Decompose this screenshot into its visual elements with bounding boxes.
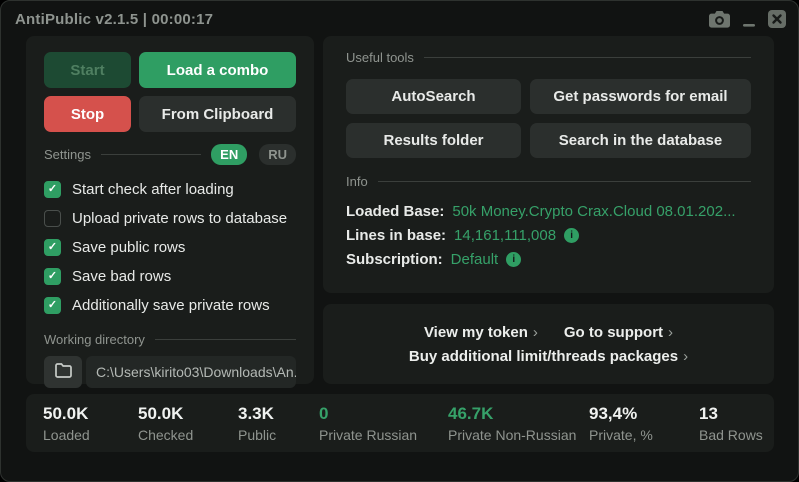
stat-public: 3.3K Public [238, 404, 319, 443]
useful-tools-header: Useful tools [346, 50, 751, 65]
useful-tools-grid: AutoSearch Get passwords for email Resul… [346, 79, 751, 158]
checkbox-icon: ✓ [44, 181, 61, 198]
checkbox-start-check-after-loading[interactable]: ✓ Start check after loading [44, 175, 296, 204]
window-title: AntiPublic v2.1.5 | 00:00:17 [15, 11, 213, 28]
settings-checkbox-list: ✓ Start check after loading ✓ Upload pri… [44, 175, 296, 320]
working-directory-label: Working directory [44, 332, 145, 347]
checkbox-save-bad-rows[interactable]: ✓ Save bad rows [44, 262, 296, 291]
info-header: Info [346, 174, 751, 189]
run-buttons: Start Load a combo Stop From Clipboard [44, 52, 296, 132]
subscription-row: Subscription: Default i [346, 247, 751, 271]
stat-bad-rows: 13 Bad Rows [699, 404, 763, 443]
checkbox-upload-private-rows[interactable]: ✓ Upload private rows to database [44, 204, 296, 233]
search-in-database-button[interactable]: Search in the database [530, 123, 751, 158]
screenshot-camera-icon[interactable] [709, 11, 730, 28]
checkbox-icon: ✓ [44, 297, 61, 314]
tools-info-panel: Useful tools AutoSearch Get passwords fo… [323, 36, 774, 293]
links-panel: View my token› Go to support› Buy additi… [323, 304, 774, 384]
autosearch-button[interactable]: AutoSearch [346, 79, 521, 114]
results-folder-button[interactable]: Results folder [346, 123, 521, 158]
stat-private-russian: 0 Private Russian [319, 404, 448, 443]
folder-icon [54, 363, 73, 381]
links-line-2: Buy additional limit/threads packages› [409, 348, 688, 365]
buy-additional-packages-link[interactable]: Buy additional limit/threads packages› [409, 348, 688, 365]
info-label: Info [346, 174, 368, 189]
language-toggle-ru[interactable]: RU [259, 144, 296, 165]
right-column: Useful tools AutoSearch Get passwords fo… [323, 36, 774, 384]
subscription-value: Default [451, 251, 499, 268]
stat-loaded: 50.0K Loaded [43, 404, 138, 443]
chevron-right-icon: › [683, 348, 688, 365]
stop-button[interactable]: Stop [44, 96, 131, 132]
stats-bar: 50.0K Loaded 50.0K Checked 3.3K Public 0… [26, 394, 774, 452]
info-rows: Loaded Base: 50k Money.Crypto Crax.Cloud… [346, 199, 751, 271]
divider-line [101, 154, 201, 155]
minimize-button[interactable] [742, 11, 756, 28]
settings-label: Settings [44, 147, 91, 162]
divider-line [424, 57, 751, 58]
stat-checked: 50.0K Checked [138, 404, 238, 443]
divider-line [378, 181, 751, 182]
stat-private-non-russian: 46.7K Private Non-Russian [448, 404, 589, 443]
info-icon[interactable]: i [564, 228, 579, 243]
browse-folder-button[interactable] [44, 356, 82, 388]
working-directory-path-field[interactable]: C:\Users\kirito03\Downloads\An... [86, 356, 296, 388]
chevron-right-icon: › [533, 324, 538, 341]
view-my-token-link[interactable]: View my token› [424, 324, 538, 341]
checkbox-save-public-rows[interactable]: ✓ Save public rows [44, 233, 296, 262]
checkbox-icon: ✓ [44, 268, 61, 285]
go-to-support-link[interactable]: Go to support› [564, 324, 673, 341]
app-window: AntiPublic v2.1.5 | 00:00:17 [0, 0, 799, 482]
checkbox-icon: ✓ [44, 210, 61, 227]
working-directory-header: Working directory [44, 332, 296, 347]
useful-tools-label: Useful tools [346, 50, 414, 65]
main-area: Start Load a combo Stop From Clipboard S… [1, 31, 798, 384]
links-line-1: View my token› Go to support› [424, 324, 673, 341]
divider-line [155, 339, 296, 340]
checkbox-additionally-save-private-rows[interactable]: ✓ Additionally save private rows [44, 291, 296, 320]
working-directory-row: C:\Users\kirito03\Downloads\An... [44, 356, 296, 388]
window-controls [709, 10, 786, 28]
from-clipboard-button[interactable]: From Clipboard [139, 96, 296, 132]
start-button[interactable]: Start [44, 52, 131, 88]
get-passwords-for-email-button[interactable]: Get passwords for email [530, 79, 751, 114]
chevron-right-icon: › [668, 324, 673, 341]
stat-private-percent: 93,4% Private, % [589, 404, 699, 443]
loaded-base-row: Loaded Base: 50k Money.Crypto Crax.Cloud… [346, 199, 751, 223]
lines-in-base-row: Lines in base: 14,161,111,008 i [346, 223, 751, 247]
titlebar: AntiPublic v2.1.5 | 00:00:17 [1, 1, 798, 31]
loaded-base-value: 50k Money.Crypto Crax.Cloud 08.01.202... [452, 203, 735, 220]
info-icon[interactable]: i [506, 252, 521, 267]
control-panel: Start Load a combo Stop From Clipboard S… [26, 36, 314, 384]
language-toggle-en[interactable]: EN [211, 144, 247, 165]
load-combo-button[interactable]: Load a combo [139, 52, 296, 88]
settings-section-header: Settings EN RU [44, 144, 296, 165]
checkbox-icon: ✓ [44, 239, 61, 256]
close-button[interactable] [768, 10, 786, 28]
lines-in-base-value: 14,161,111,008 [454, 227, 556, 244]
